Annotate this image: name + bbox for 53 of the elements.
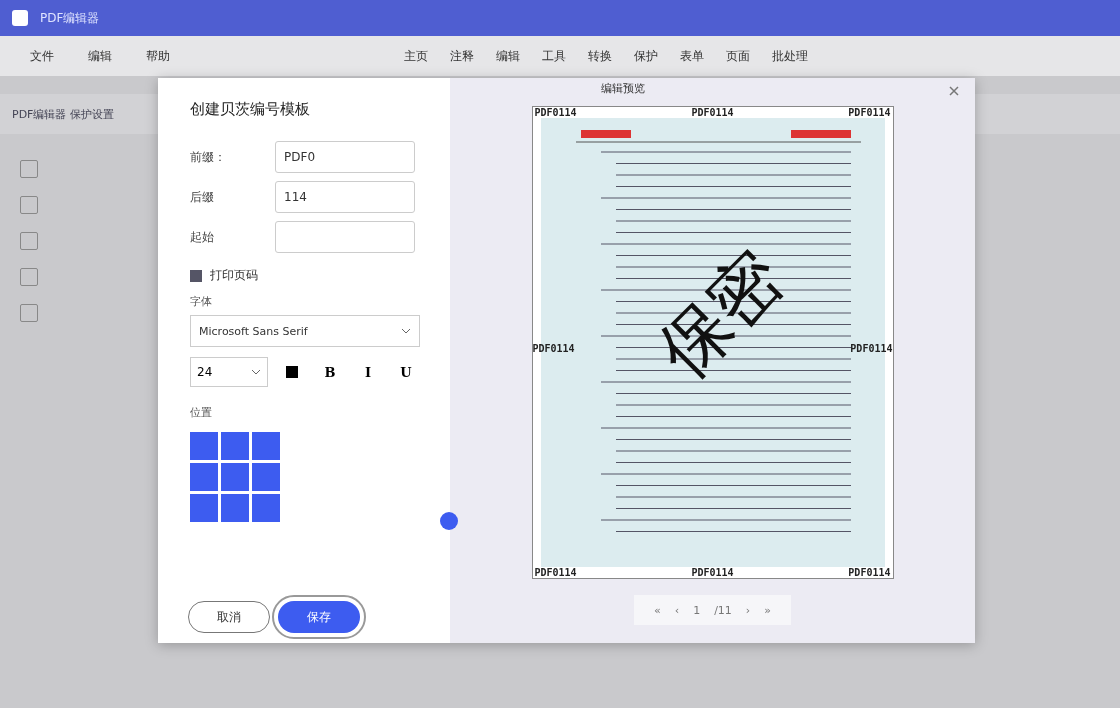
- app-logo-icon: [12, 10, 28, 26]
- position-label: 位置: [190, 405, 213, 420]
- collapse-handle-icon[interactable]: [440, 512, 458, 530]
- header-number-text: PDF0114: [691, 107, 734, 118]
- side-number-text: PDF0114: [850, 342, 893, 354]
- toolbar-tab[interactable]: 编辑: [496, 47, 520, 65]
- header-number-text: PDF0114: [848, 107, 891, 118]
- field-label: 起始: [190, 228, 215, 246]
- input-field[interactable]: PDF0: [275, 141, 415, 173]
- pager-control[interactable]: 1: [693, 603, 701, 617]
- menu-item[interactable]: 文件: [30, 47, 54, 65]
- field-label: 前缀：: [190, 148, 227, 166]
- preview-title: 编辑预览: [600, 80, 645, 97]
- font-label: 字体: [190, 294, 213, 309]
- checkbox[interactable]: [190, 269, 202, 282]
- side-number-text: PDF0114: [532, 342, 575, 354]
- toolbar-tab[interactable]: 批处理: [772, 47, 808, 65]
- sidebar-tool-icon[interactable]: [20, 268, 38, 286]
- checkbox-label: 打印页码: [210, 267, 258, 284]
- toolbar-tab[interactable]: 转换: [588, 47, 612, 65]
- sidebar-tool-icon[interactable]: [20, 232, 38, 250]
- toolbar-tab[interactable]: 注释: [450, 47, 474, 65]
- toolbar-tab[interactable]: 主页: [404, 47, 428, 65]
- field-label: 后缀: [190, 188, 215, 206]
- pager-control[interactable]: »: [764, 603, 771, 617]
- toolbar-tab[interactable]: 保护: [634, 47, 658, 65]
- breadcrumb: PDF编辑器 保护设置: [12, 106, 114, 122]
- close-icon[interactable]: [947, 84, 961, 98]
- font-dropdown[interactable]: Microsoft Sans Serif: [190, 315, 420, 347]
- pager-control[interactable]: ‹: [674, 603, 680, 617]
- menu-item[interactable]: 帮助: [146, 47, 170, 65]
- toolbar-tab[interactable]: 工具: [542, 47, 566, 65]
- toolbar-tab[interactable]: 页面: [726, 47, 750, 65]
- toolbar-tab[interactable]: 表单: [680, 47, 704, 65]
- watermark-text: 保密: [640, 234, 800, 395]
- pager-control[interactable]: ›: [745, 603, 751, 617]
- footer-number-text: PDF0114: [691, 567, 734, 578]
- sidebar-tool-icon[interactable]: [20, 160, 38, 178]
- pager-control[interactable]: /11: [714, 603, 732, 617]
- pager-control[interactable]: «: [654, 603, 661, 617]
- input-field[interactable]: [275, 221, 415, 253]
- size-dropdown[interactable]: 24: [190, 357, 268, 387]
- input-field[interactable]: 114: [275, 181, 415, 213]
- dialog-title: 创建贝茨编号模板: [190, 100, 311, 119]
- footer-number-text: PDF0114: [534, 567, 577, 578]
- position-grid[interactable]: [190, 432, 280, 522]
- sidebar-tool-icon[interactable]: [20, 196, 38, 214]
- window-title: PDF编辑器: [40, 9, 100, 27]
- footer-number-text: PDF0114: [848, 567, 891, 578]
- header-number-text: PDF0114: [534, 107, 577, 118]
- cancel-button[interactable]: 取消: [188, 601, 270, 633]
- sidebar-tool-icon[interactable]: [20, 304, 38, 322]
- menu-item[interactable]: 编辑: [88, 47, 112, 65]
